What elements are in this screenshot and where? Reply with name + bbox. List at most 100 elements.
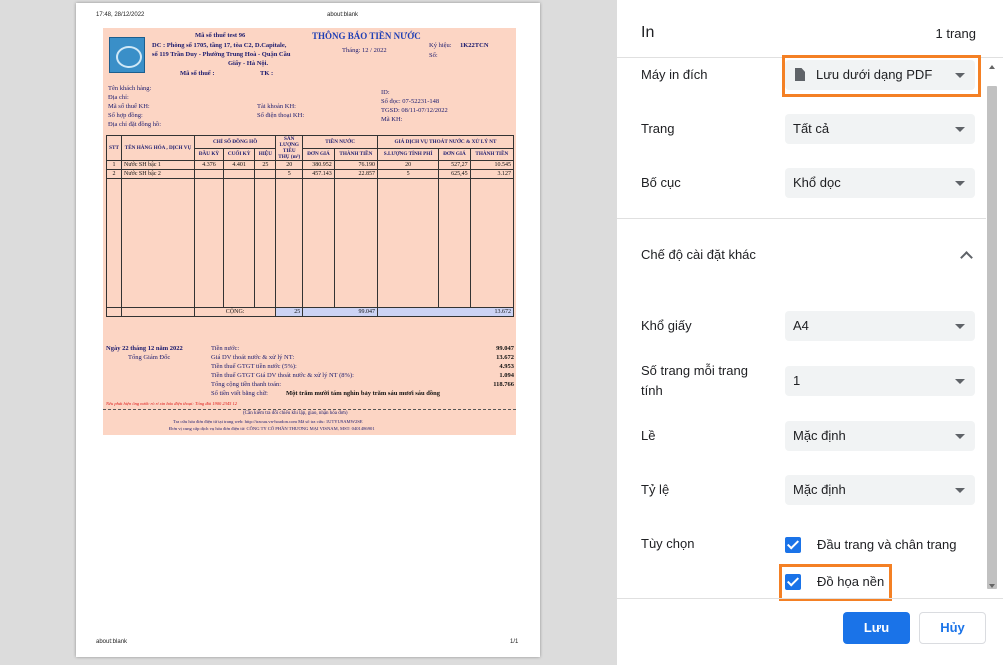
company-logo [109, 37, 145, 73]
scroll-up-icon[interactable] [989, 65, 995, 69]
invoice-tk: TK : [260, 70, 274, 77]
director: Tổng Giám Đốc [128, 354, 171, 361]
account-label: Tài khoản KH: [257, 103, 296, 110]
contract-label: Số hợp đồng: [108, 112, 143, 119]
meter-address-label: Địa chỉ đặt đồng hồ: [108, 121, 162, 128]
invoice-address-1: DC : Phòng số 1705, tầng 17, tòa C2, D.C… [152, 42, 287, 49]
destination-highlight [782, 55, 981, 97]
paper-size-label: Khổ giấy [641, 318, 692, 333]
date-line: Ngày 22 tháng 12 năm 2022 [106, 345, 183, 352]
more-settings-toggle[interactable]: Chế độ cài đặt khác [641, 245, 756, 265]
cell: 457.143 [302, 169, 335, 179]
lookup-note: Tra cứu hóa đơn điện tử tại trang web: h… [173, 419, 363, 424]
cell: 5 [377, 169, 440, 179]
table-total-row: CỘNG: 25 99.047 13.672 [106, 307, 514, 317]
cell: 76.190 [333, 160, 379, 170]
dialog-title: In [641, 24, 655, 41]
cell: 625,45 [438, 169, 471, 179]
cell: Nước SH bậc 2 [121, 169, 195, 179]
save-button[interactable]: Lưu [843, 612, 910, 644]
headers-footers-checkbox[interactable] [785, 537, 801, 553]
cell [254, 169, 277, 179]
cell [194, 169, 224, 179]
read-no: Số đọc: 07-52231-148 [381, 98, 440, 105]
th-stt: STT [106, 135, 122, 161]
footer-divider [617, 598, 1003, 599]
pages-select[interactable]: Tất cả [785, 114, 975, 144]
background-graphics-highlight [779, 564, 892, 601]
invoice-table: STT TÊN HÀNG HÓA , DỊCH VỤ CHỈ SỐ ĐỒNG H… [106, 135, 515, 317]
sum-drain-label: Giá DV thoát nước & xử lý NT: [211, 354, 295, 361]
customer-tax-label: Mã số thuế KH: [108, 103, 150, 110]
scroll-down-icon[interactable] [989, 584, 995, 588]
th-unit-price-2: ĐƠN GIÁ [438, 147, 471, 161]
paper-size-select[interactable]: A4 [785, 311, 975, 341]
preview-page: 17:48, 28/12/2022 about:blank Mã số thuế… [76, 3, 540, 657]
chevron-down-icon [955, 127, 965, 132]
th-amount-2: THÀNH TIỀN [469, 147, 515, 161]
scroll-thumb[interactable] [987, 86, 997, 589]
invoice-symbol-label: Ký hiệu: [429, 42, 452, 49]
pages-per-sheet-label-1: Số trang mỗi trang [641, 363, 748, 378]
vat-drain-label: Tiền thuế GTGT Giá DV thoát nước & xử lý… [211, 372, 354, 379]
pages-per-sheet-select[interactable]: 1 [785, 366, 975, 396]
scale-label: Tỷ lệ [641, 482, 670, 497]
sum-water-label: Tiền nước: [211, 345, 240, 352]
words: Một trăm mười tám nghìn bảy trăm sáu mươ… [286, 390, 441, 397]
table-row: 1 Nước SH bậc 1 4.376 4.401 25 20 380.95… [106, 160, 515, 170]
total-volume: 25 [275, 307, 304, 317]
paper-size-value: A4 [793, 318, 809, 333]
provider-note: Đơn vị cung cấp dịch vụ hóa đơn điện tử:… [169, 426, 375, 431]
pages-per-sheet-value: 1 [793, 373, 801, 388]
cancel-button[interactable]: Hủy [919, 612, 986, 644]
settings-scrollbar[interactable] [986, 58, 998, 596]
check-note: (Cần kiểm tra đối chiếu khi lập, giao, n… [243, 411, 348, 416]
cell: 380.952 [302, 160, 335, 170]
th-amount: THÀNH TIỀN [333, 147, 379, 161]
section-divider [617, 218, 986, 219]
layout-select[interactable]: Khổ dọc [785, 168, 975, 198]
invoice-symbol-value: 1K22TCN [460, 42, 489, 49]
chevron-down-icon [955, 324, 965, 329]
sum-water: 99.047 [496, 345, 514, 352]
margins-value: Mặc định [793, 428, 846, 443]
th-unit-price: ĐƠN GIÁ [302, 147, 335, 161]
page-count: 1 trang [935, 26, 976, 41]
cell: 527,27 [438, 160, 471, 170]
invoice-tax-code-line: Mã số thuế test 96 [195, 32, 246, 39]
scale-select[interactable]: Mặc định [785, 475, 975, 505]
th-last: CUỐI KỲ [222, 147, 256, 161]
print-settings-panel: In 1 trang Máy in đích Lưu dưới dạng PDF… [617, 0, 1003, 665]
dashed-divider [103, 409, 516, 410]
grand-total: 118.766 [493, 381, 514, 388]
margins-select[interactable]: Mặc định [785, 421, 975, 451]
chevron-up-icon[interactable] [960, 251, 973, 264]
chevron-down-icon [955, 181, 965, 186]
cell: 5 [275, 169, 304, 179]
invoice-tax-code-2: Mã số thuế : [180, 70, 215, 77]
headers-footers-label[interactable]: Đầu trang và chân trang [817, 537, 956, 552]
id-label: ID: [381, 89, 390, 96]
cell: 4.401 [222, 160, 256, 170]
total-label: CỘNG: [193, 307, 277, 317]
water-bill-invoice: Mã số thuế test 96 THÔNG BÁO TIỀN NƯỚC D… [103, 28, 516, 435]
table-row: 2 Nước SH bậc 2 5 457.143 22.857 5 625,4… [106, 169, 515, 179]
invoice-title: THÔNG BÁO TIỀN NƯỚC [312, 31, 421, 41]
page-header-url: about:blank [327, 12, 359, 18]
phone-label: Số điện thoại KH: [257, 112, 305, 119]
cell: 1 [106, 160, 122, 170]
grand-label: Tổng cộng tiền thanh toán: [211, 381, 282, 388]
th-name: TÊN HÀNG HÓA , DỊCH VỤ [121, 135, 195, 161]
chevron-down-icon [955, 434, 965, 439]
sum-drain: 13.672 [496, 354, 514, 361]
pages-value: Tất cả [793, 121, 830, 136]
options-label: Tùy chọn [641, 536, 695, 551]
cell: 4.376 [194, 160, 224, 170]
total-drain: 13.672 [377, 307, 514, 317]
address-label: Địa chỉ: [108, 94, 129, 101]
layout-value: Khổ dọc [793, 175, 841, 190]
vat-drain: 1.094 [499, 372, 514, 379]
chevron-down-icon [955, 379, 965, 384]
invoice-address-3: Giấy - Hà Nội. [228, 60, 269, 67]
margins-label: Lề [641, 428, 656, 443]
